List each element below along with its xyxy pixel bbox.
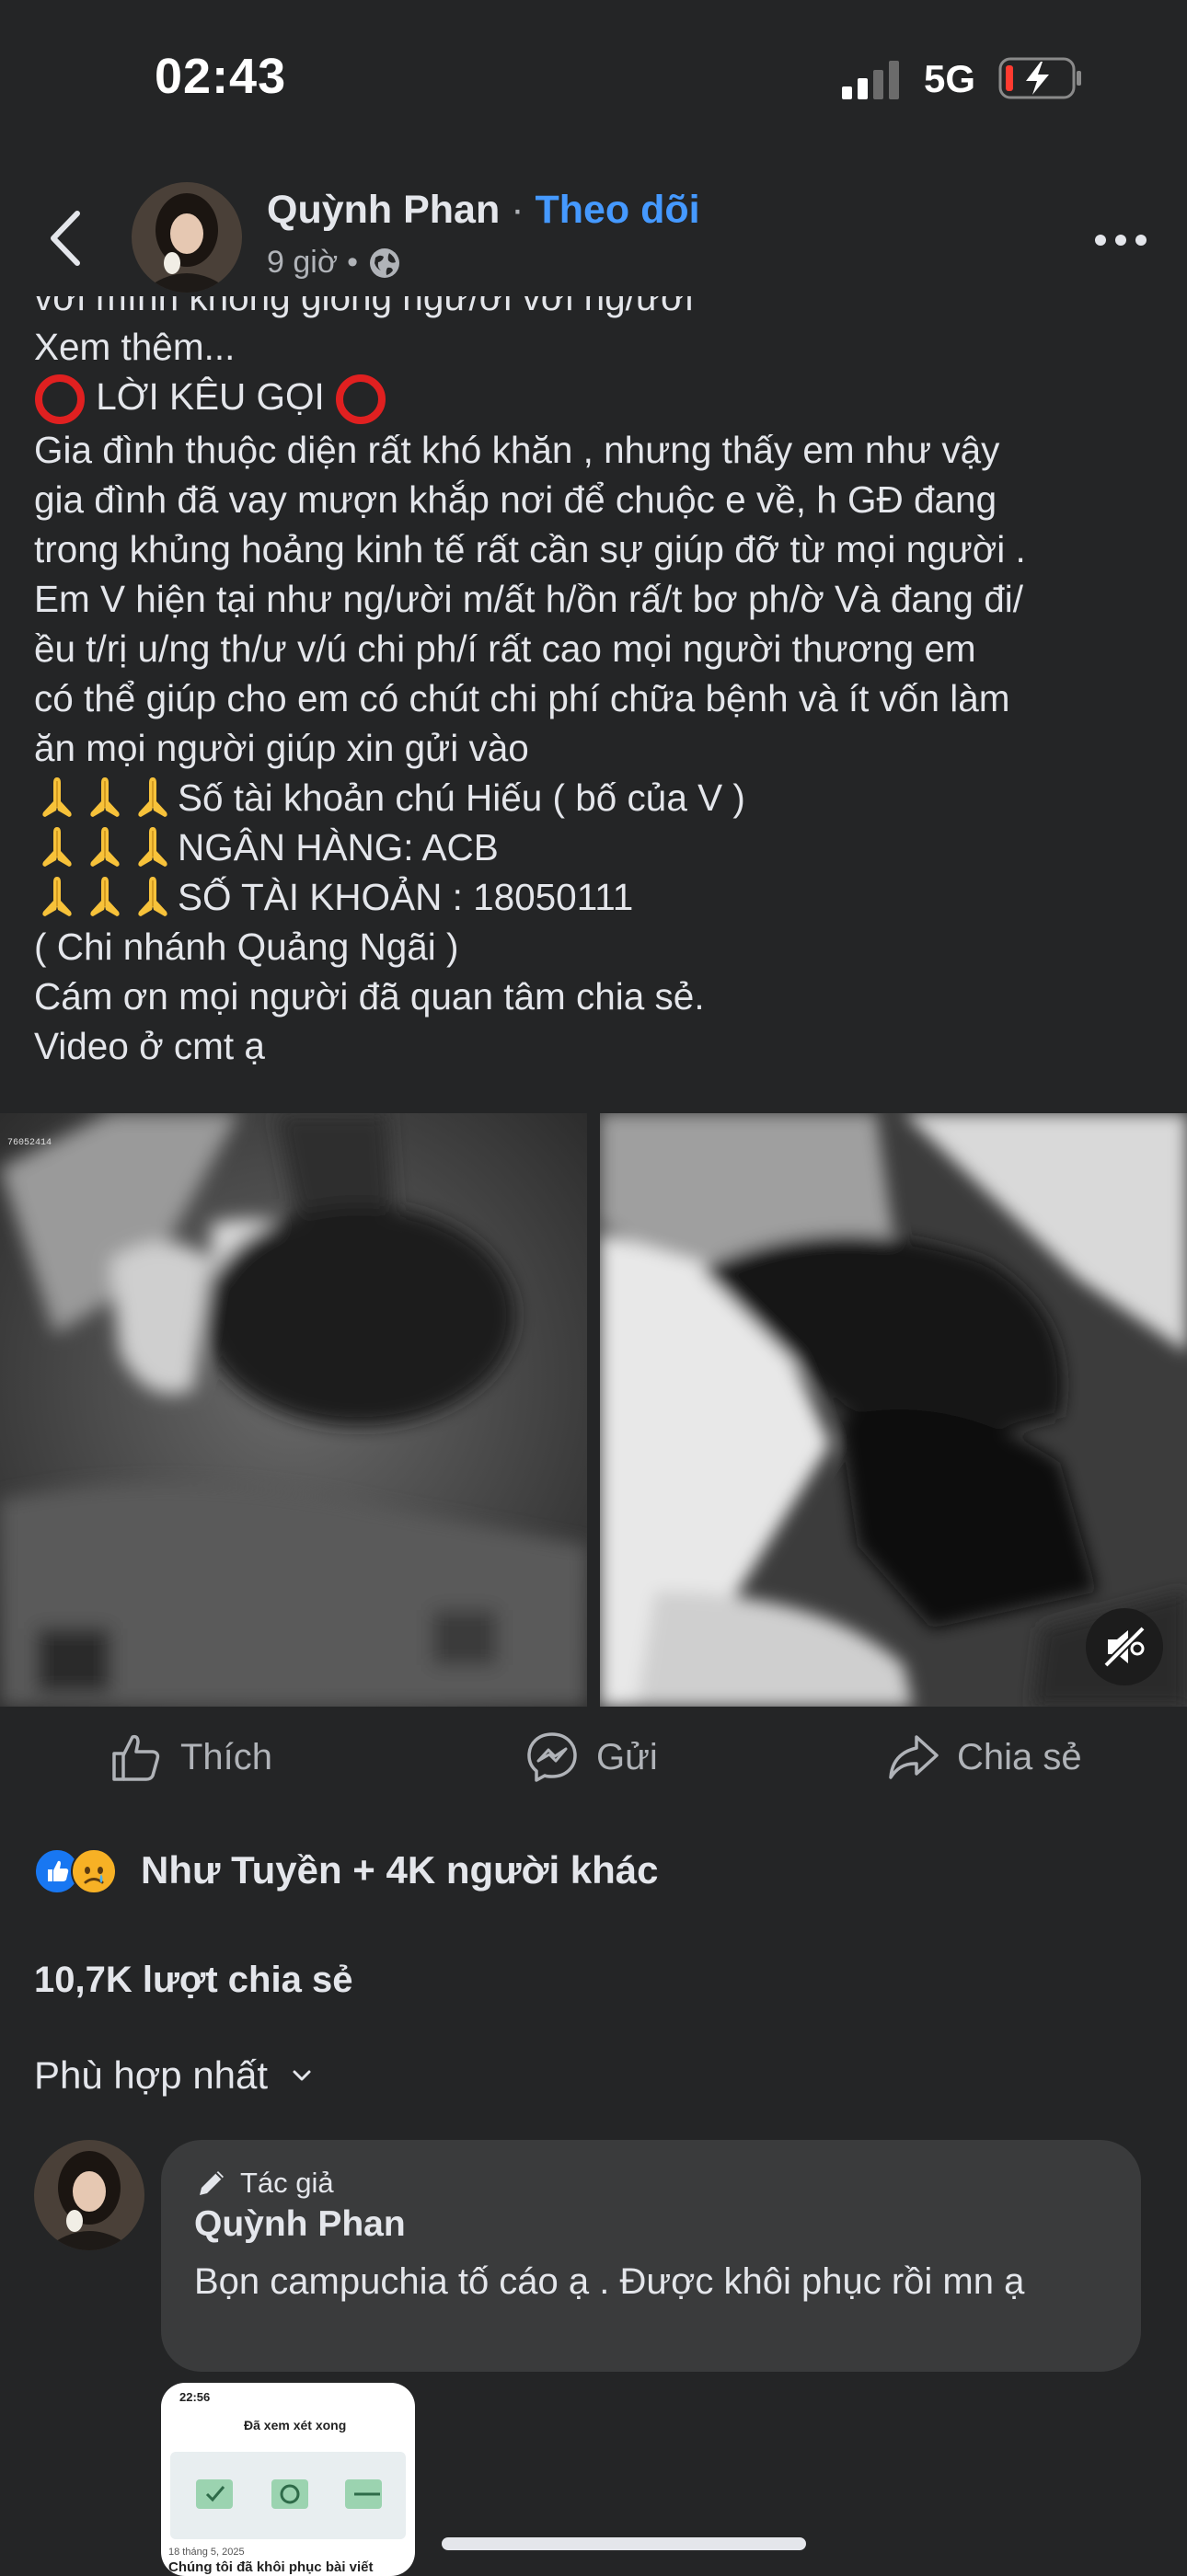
sad-reaction-icon	[71, 1848, 117, 1894]
messenger-icon	[527, 1732, 577, 1782]
post-line: ăn mọi người giúp xin gửi vào	[34, 727, 529, 770]
post-line: Em V hiện tại như ng/ười m/ất h/ồn rấ/t …	[34, 578, 1023, 621]
praying-hands-icon	[90, 877, 120, 917]
author-name-line: Quỳnh Phan · Theo dõi	[267, 188, 700, 233]
status-time: 02:43	[155, 49, 287, 104]
see-more-link[interactable]: Xem thêm...	[34, 322, 1166, 372]
praying-hands-icon	[90, 777, 120, 818]
comment-bubble[interactable]: Tác giả Quỳnh Phan Bọn campuchia tố cáo …	[161, 2140, 1141, 2372]
share-count[interactable]: 10,7K lượt chia sẻ	[34, 1960, 352, 2001]
praying-hands-icons	[34, 826, 178, 868]
post-line: trong khủng hoảng kinh tế rất cần sự giú…	[34, 528, 1026, 571]
share-arrow-icon	[889, 1735, 939, 1779]
sort-label: Phù hợp nhất	[34, 2053, 269, 2097]
network-type: 5G	[924, 57, 976, 100]
author-badge: Tác giả	[194, 2166, 334, 2201]
review-checks-icon	[196, 2479, 382, 2509]
post-actions: Thích Gửi Chia sẻ	[0, 1730, 1187, 1803]
post-line: Video ở cmt ạ	[34, 1025, 265, 1068]
speaker-muted-icon	[1103, 1626, 1146, 1668]
praying-hands-icon	[42, 877, 72, 917]
signal-icon	[842, 61, 899, 99]
reactions-text: Như Tuyền + 4K người khác	[141, 1848, 659, 1892]
praying-hands-icon	[42, 827, 72, 868]
comment-sort-dropdown[interactable]: Phù hợp nhất	[34, 2053, 312, 2098]
post-line: ều t/rị u/ng th/ư v/ú chi ph/í rất cao m…	[34, 627, 976, 671]
author-name[interactable]: Quỳnh Phan	[267, 188, 500, 232]
chevron-down-icon	[293, 2070, 311, 2081]
post-line-account-holder: Số tài khoản chú Hiếu ( bố của V )	[34, 773, 1166, 822]
follow-button[interactable]: Theo dõi	[535, 188, 699, 232]
post-line: ( Chi nhánh Quảng Ngãi )	[34, 926, 459, 969]
praying-hands-icon	[138, 777, 167, 818]
send-label: Gửi	[596, 1736, 658, 1777]
like-label: Thích	[180, 1736, 273, 1777]
post-line-bank: NGÂN HÀNG: ACB	[34, 822, 1166, 872]
status-bar: 02:43 5G	[0, 0, 1187, 156]
avatar-photo	[132, 182, 242, 293]
post-video-left[interactable]: 76052414	[0, 1113, 587, 1707]
home-indicator[interactable]	[442, 2537, 806, 2550]
share-button[interactable]: Chia sẻ	[885, 1730, 1082, 1785]
praying-hands-icons	[34, 876, 178, 918]
account-holder: Số tài khoản chú Hiếu ( bố của V )	[178, 776, 745, 820]
post-time: 9 giờ	[267, 245, 339, 280]
praying-hands-icon	[138, 827, 167, 868]
attachment-date: 18 tháng 5, 2025	[168, 2547, 245, 2558]
like-button[interactable]: Thích	[109, 1730, 272, 1785]
post-line: với mình không giống ngừ/ơi với ng/ười	[34, 296, 694, 318]
comment-text: Bọn campuchia tố cáo ạ . Được khôi phục …	[194, 2261, 1025, 2302]
post-meta: 9 giờ •	[267, 245, 402, 281]
attachment-illustration	[170, 2452, 406, 2539]
post-body: với mình không giống ngừ/ơi với ng/ười X…	[34, 296, 1166, 1089]
praying-hands-icons	[34, 776, 178, 819]
praying-hands-icon	[138, 877, 167, 917]
avatar-photo	[34, 2140, 144, 2250]
red-circle-icon	[336, 374, 386, 425]
praying-hands-icon	[90, 827, 120, 868]
commenter-avatar[interactable]	[34, 2140, 144, 2250]
battery-charging-icon	[998, 57, 1081, 99]
bank-name: NGÂN HÀNG: ACB	[178, 826, 499, 869]
call-heading: LỜI KÊU GỌI	[96, 375, 325, 418]
name-separator: ·	[511, 188, 524, 232]
reactions-summary[interactable]: Như Tuyền + 4K người khác	[34, 1845, 659, 1896]
attachment-title: Đã xem xét xong	[244, 2418, 347, 2432]
share-label: Chia sẻ	[957, 1736, 1082, 1777]
author-avatar[interactable]	[132, 182, 242, 293]
author-badge-label: Tác giả	[240, 2167, 334, 2199]
post-line: Gia đình thuộc diện rất khó khăn , nhưng…	[34, 429, 1000, 472]
comment-attachment-image[interactable]: 22:56 Đã xem xét xong 18 tháng 5, 2025 C…	[161, 2383, 415, 2576]
commenter-name[interactable]: Quỳnh Phan	[194, 2204, 406, 2245]
post-line-account-number: SỐ TÀI KHOẢN : 18050111	[34, 872, 1166, 922]
mute-toggle-button[interactable]	[1086, 1608, 1163, 1685]
post-line: gia đình đã vay mượn khắp nơi để chuộc e…	[34, 478, 997, 522]
meta-dot: •	[347, 245, 359, 280]
praying-hands-icon	[42, 777, 72, 818]
post-header: Quỳnh Phan · Theo dõi 9 giờ •	[0, 175, 1187, 313]
video-overlay-text: 76052414	[7, 1138, 52, 1148]
send-button[interactable]: Gửi	[524, 1730, 658, 1785]
pen-icon	[200, 2171, 224, 2195]
post-line-call: LỜI KÊU GỌI	[34, 372, 1166, 425]
cctv-frame-image: 76052414	[0, 1113, 587, 1707]
reaction-icons	[34, 1845, 122, 1896]
post-line: Cám ơn mọi người đã quan tâm chia sẻ.	[34, 975, 705, 1018]
account-number: SỐ TÀI KHOẢN : 18050111	[178, 876, 634, 919]
attachment-status-time: 22:56	[179, 2390, 211, 2404]
globe-icon	[370, 247, 400, 278]
attachment-caption: Chúng tôi đã khôi phục bài viết	[168, 2559, 374, 2575]
red-circle-icon	[35, 374, 85, 425]
back-chevron-icon[interactable]	[46, 208, 86, 269]
thumbs-up-icon	[112, 1734, 160, 1781]
more-options-icon[interactable]	[1093, 230, 1148, 250]
post-line: có thể giúp cho em có chút chi phí chữa …	[34, 677, 1010, 720]
